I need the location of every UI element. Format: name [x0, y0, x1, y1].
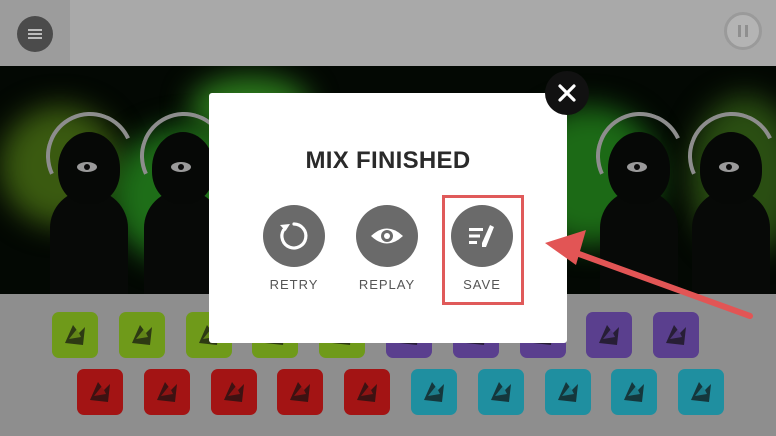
sound-tile[interactable] [118, 312, 165, 358]
mix-finished-dialog: MIX FINISHED RETRY REPLAY SAVE [209, 93, 567, 343]
eye-icon [371, 228, 403, 244]
sound-tile[interactable] [411, 369, 457, 415]
sound-tile[interactable] [678, 369, 725, 415]
eye-icon [719, 162, 739, 172]
menu-button[interactable] [17, 16, 53, 52]
replay-label: REPLAY [358, 277, 416, 292]
menu-icon [28, 29, 42, 39]
sound-tile[interactable] [277, 369, 324, 415]
save-highlight-box [442, 195, 524, 305]
performer[interactable] [583, 99, 697, 294]
retry-label: RETRY [269, 277, 319, 292]
menu-cell [0, 0, 70, 66]
retry-button[interactable]: RETRY [259, 205, 329, 292]
sound-tile[interactable] [544, 369, 591, 415]
sound-tile[interactable] [143, 369, 190, 415]
eye-icon [171, 162, 191, 172]
pause-icon [738, 25, 748, 37]
sound-tile[interactable] [210, 369, 257, 415]
sound-tile[interactable] [586, 312, 633, 358]
sound-tile[interactable] [653, 312, 700, 358]
close-icon [558, 84, 576, 102]
sound-tile[interactable] [477, 369, 524, 415]
eye-icon [627, 162, 647, 172]
retry-icon [280, 222, 308, 250]
sound-tile[interactable] [77, 369, 123, 415]
pause-button[interactable] [724, 12, 762, 50]
dialog-title: MIX FINISHED [305, 147, 471, 174]
replay-circle[interactable] [356, 205, 418, 267]
retry-circle[interactable] [263, 205, 325, 267]
sound-tile[interactable] [611, 369, 658, 415]
performer[interactable] [675, 99, 776, 294]
performer[interactable] [33, 99, 147, 294]
sound-tile[interactable] [344, 369, 391, 415]
eye-icon [77, 162, 97, 172]
sound-tile[interactable] [52, 312, 98, 358]
top-bar [0, 0, 776, 66]
close-button[interactable] [545, 71, 589, 115]
replay-button[interactable]: REPLAY [352, 205, 422, 292]
